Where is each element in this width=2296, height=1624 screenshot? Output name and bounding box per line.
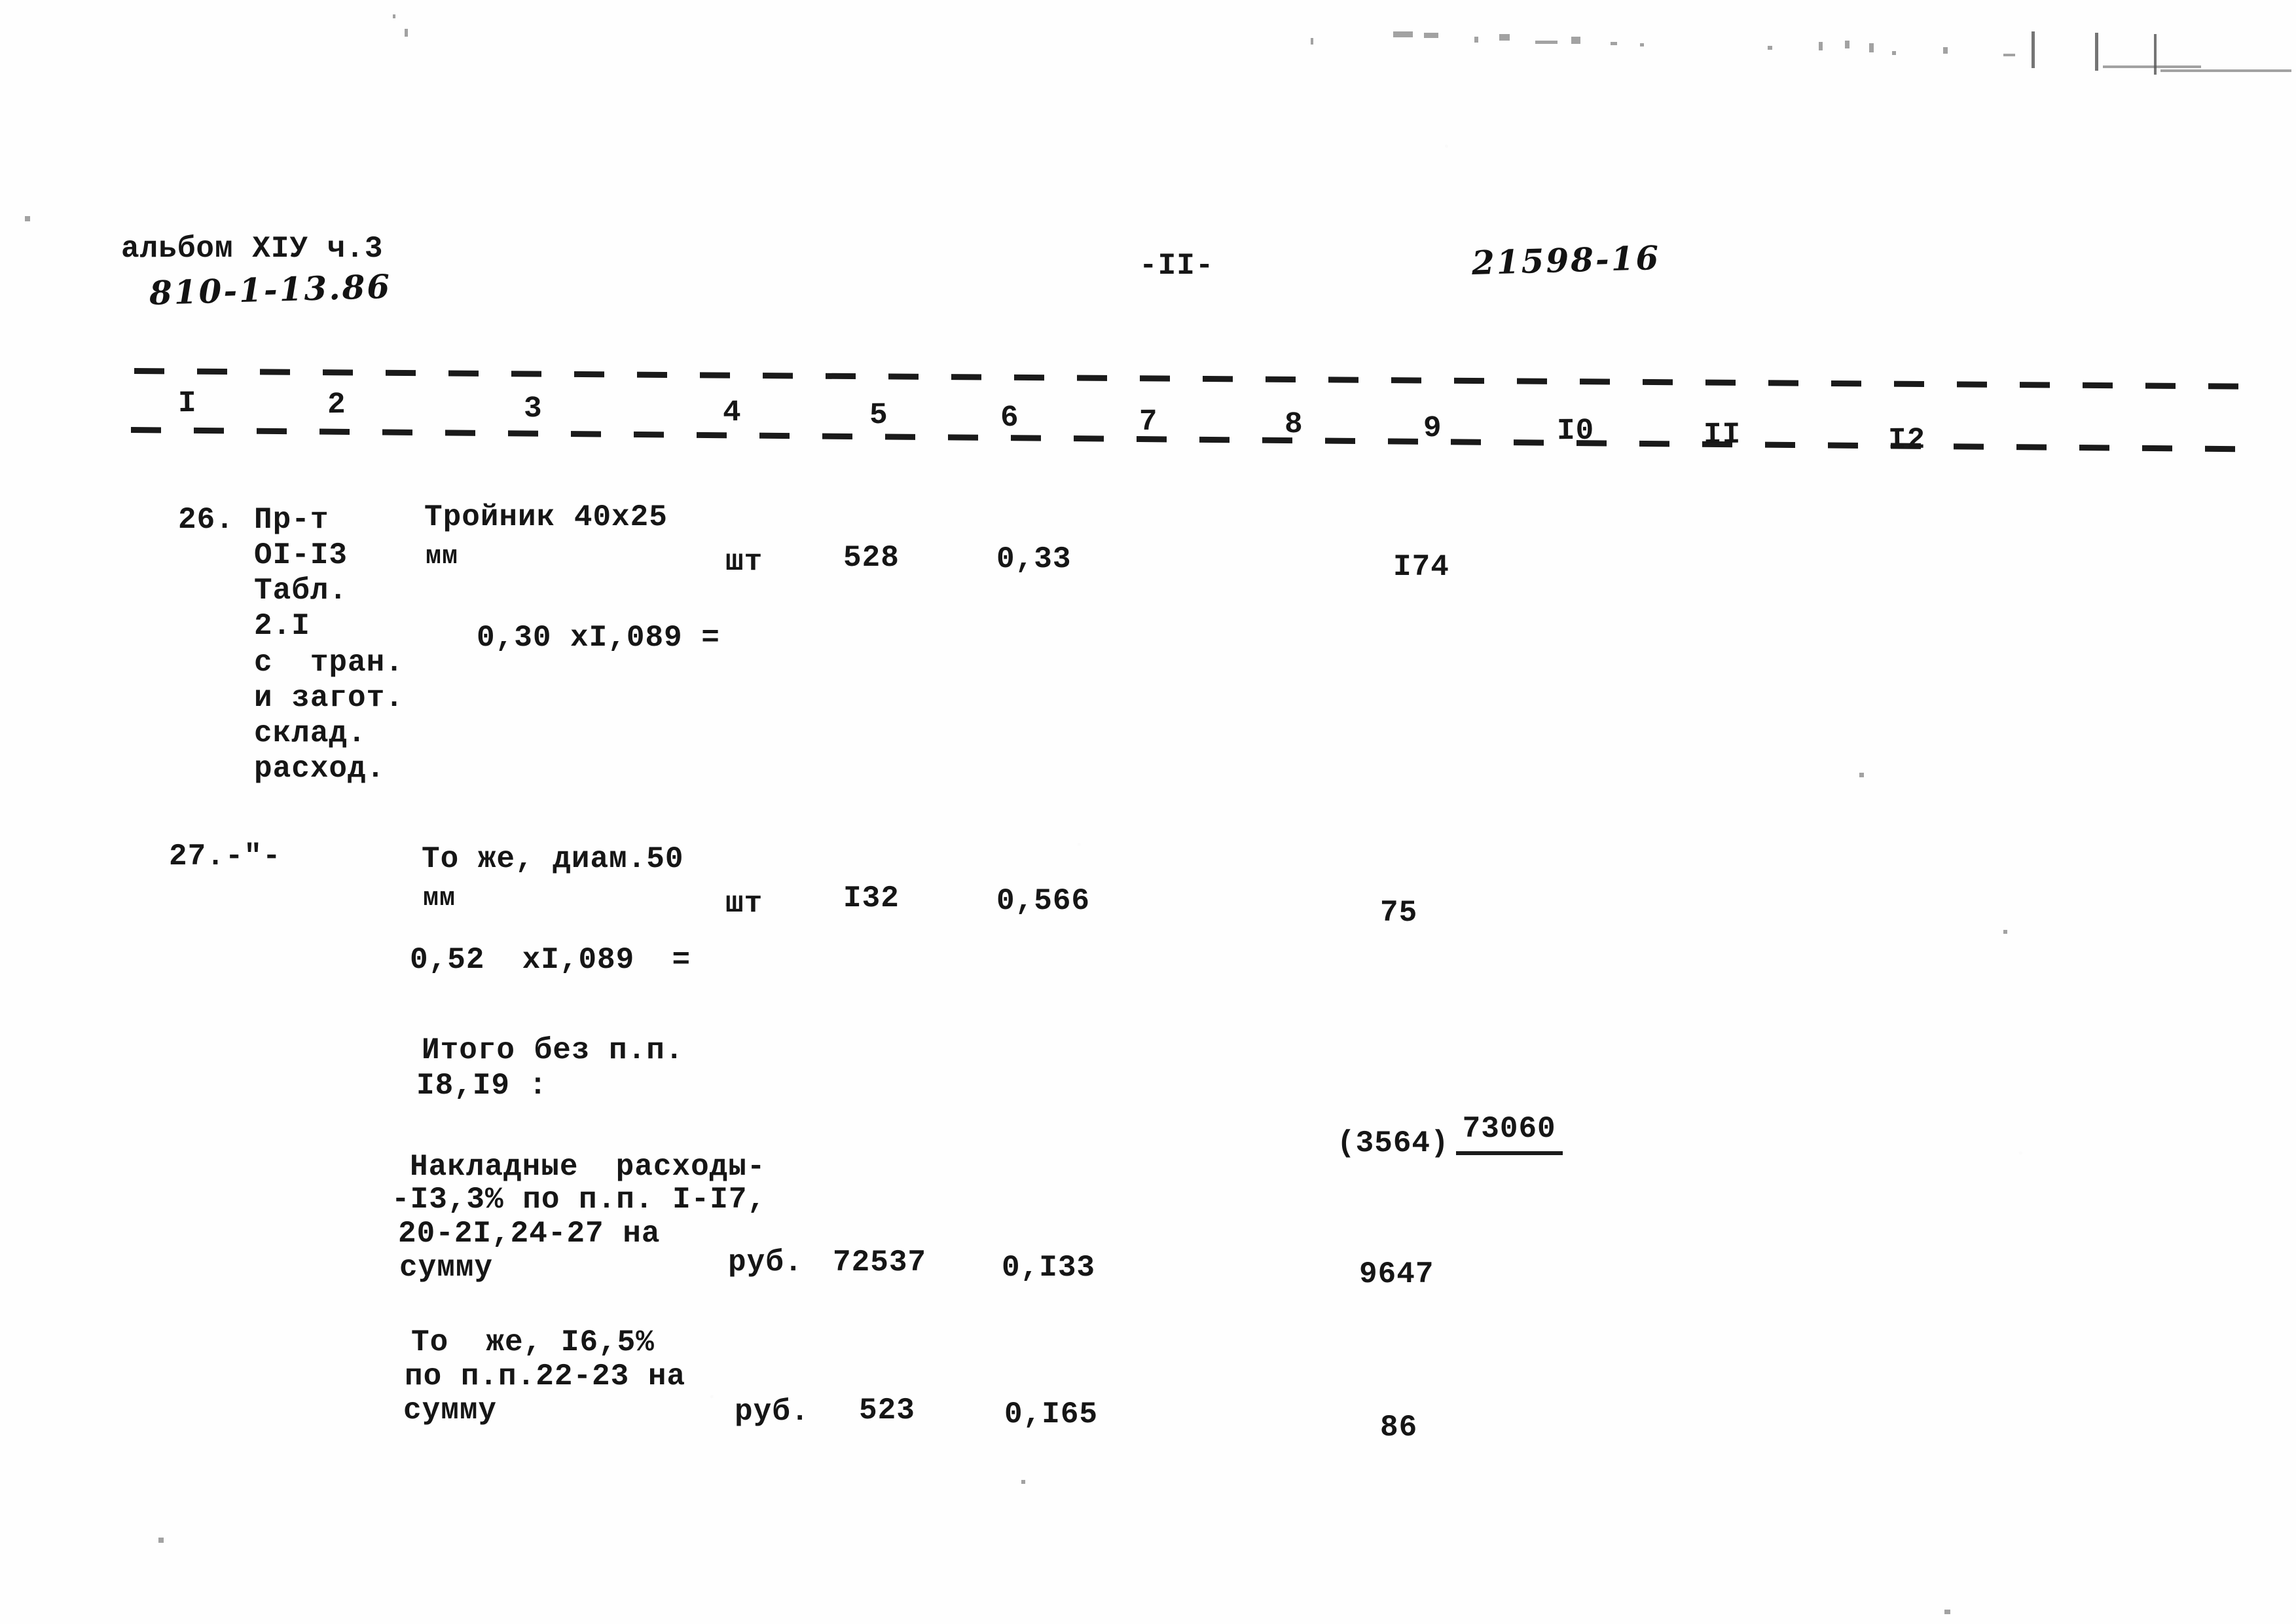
row-reference-line: 2.I bbox=[254, 609, 310, 643]
row-reference-line: с тран. bbox=[254, 646, 404, 680]
row-unit-price: 0,33 bbox=[996, 542, 1072, 576]
row-quantity: 528 bbox=[843, 541, 900, 575]
row-unit: шт bbox=[725, 545, 763, 579]
summary-label-line: I8,I9 : bbox=[416, 1069, 548, 1103]
row-reference-line: OI-I3 bbox=[254, 538, 348, 572]
summary-label-line: по п.п.22-23 на bbox=[405, 1359, 686, 1393]
table-rule-bottom bbox=[130, 427, 2252, 452]
column-number: 2 bbox=[327, 387, 346, 422]
row-reference-line: склад. bbox=[254, 716, 367, 750]
summary-label-line: То же, I6,5% bbox=[411, 1325, 655, 1359]
row-item-number: 27.-"- bbox=[169, 840, 282, 874]
archive-number-handwritten: 21598-16 bbox=[1471, 238, 1662, 282]
summary-total: 86 bbox=[1380, 1411, 1418, 1445]
album-code-handwritten: 810-1-13.86 bbox=[149, 267, 392, 312]
page-marker: -II- bbox=[1139, 249, 1214, 283]
column-number: 5 bbox=[869, 397, 888, 433]
row-total: I74 bbox=[1393, 550, 1449, 584]
row-formula: 0,30 хI,089 = bbox=[477, 621, 720, 655]
column-number: 4 bbox=[722, 395, 742, 430]
summary-label-line: Итого без п.п. bbox=[422, 1033, 684, 1067]
row-total: 75 bbox=[1380, 896, 1418, 930]
row-unit: шт bbox=[725, 887, 763, 921]
row-reference-line: Пр-т bbox=[254, 503, 329, 537]
summary-quantity: 523 bbox=[859, 1393, 915, 1428]
summary-total-value: 73060 bbox=[1455, 1111, 1563, 1155]
row-description-line: мм bbox=[426, 542, 459, 572]
summary-label-line: 20-2I,24-27 на bbox=[398, 1217, 661, 1251]
summary-unit: руб. bbox=[735, 1395, 810, 1429]
row-unit-price: 0,566 bbox=[996, 884, 1091, 918]
column-number: I bbox=[177, 386, 197, 421]
row-reference-line: расход. bbox=[254, 752, 386, 786]
column-number: II bbox=[1703, 417, 1741, 452]
row-reference-line: Табл. bbox=[254, 574, 348, 608]
column-number: 6 bbox=[1000, 400, 1019, 435]
column-number: I2 bbox=[1887, 422, 1926, 458]
row-description-line: мм bbox=[423, 884, 456, 913]
summary-unit-price: 0,I33 bbox=[1002, 1251, 1096, 1285]
row-description-line: То же, диам.50 bbox=[422, 842, 684, 876]
summary-total: 9647 bbox=[1359, 1257, 1434, 1291]
summary-subtotal: (3564) bbox=[1337, 1126, 1449, 1160]
summary-unit: руб. bbox=[728, 1246, 803, 1280]
summary-label-line: Накладные расходы- bbox=[410, 1150, 766, 1184]
summary-unit-price: 0,I65 bbox=[1004, 1397, 1099, 1431]
summary-label-line: -I3,3% по п.п. I-I7, bbox=[392, 1183, 767, 1217]
column-number: 9 bbox=[1423, 411, 1442, 446]
row-quantity: I32 bbox=[843, 881, 900, 915]
row-item-number: 26. bbox=[178, 503, 234, 537]
row-description-line: Тройник 40х25 bbox=[424, 500, 668, 534]
album-label: альбом ХIУ ч.3 bbox=[121, 232, 384, 266]
summary-label-line: сумму bbox=[403, 1393, 498, 1428]
scanned-page: альбом ХIУ ч.3 810-1-13.86 -II- 21598-16… bbox=[0, 0, 2296, 1624]
summary-quantity: 72537 bbox=[833, 1246, 927, 1280]
column-number: 8 bbox=[1284, 407, 1303, 442]
column-number: 7 bbox=[1139, 404, 1158, 439]
row-formula: 0,52 хI,089 = bbox=[410, 943, 691, 977]
row-reference-line: и загот. bbox=[254, 681, 404, 715]
column-number: I0 bbox=[1556, 413, 1595, 449]
column-number: 3 bbox=[523, 391, 543, 426]
summary-label-line: сумму bbox=[399, 1251, 494, 1285]
table-rule-top bbox=[134, 368, 2249, 390]
